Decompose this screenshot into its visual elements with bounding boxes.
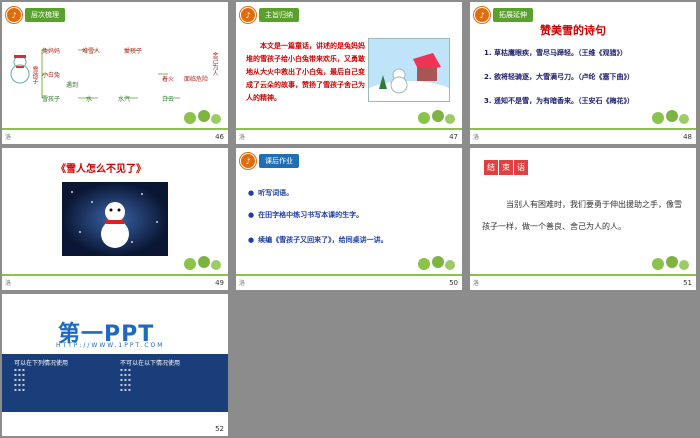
header-label: 主旨归纳 [259, 8, 299, 22]
slide-header: ♪ 主旨归纳 [240, 7, 299, 23]
tree-node-4: 爱孩子 [124, 48, 143, 55]
slide-title: 赞美雪的诗句 [540, 24, 606, 37]
conclusion-text: 当别人有困难时，我们要勇于伸出援助之手，像雪孩子一样，做一个善良、舍己为人的人。 [482, 200, 682, 231]
bell-icon: ♪ [240, 7, 256, 23]
disallowed-list: ▪ ▪ ▪ ▪ ▪ ▪ ▪ ▪ ▪ ▪ ▪ ▪ ▪ ▪ ▪ [120, 367, 131, 392]
tree-node-5: 雪孩子 [42, 96, 61, 103]
slide-thumbnail-48[interactable]: ♪ 拓展延伸 赞美雪的诗句 1. 草枯鹰眼疾，雪尽马蹄轻。（王维《观猎》） 2.… [470, 2, 696, 144]
tree-node-8: 水汽 [118, 96, 131, 103]
tree-node-2: 堆雪人 [82, 48, 101, 55]
trees-icon [652, 256, 689, 270]
tree-node-10: 着火 [162, 76, 175, 83]
homework-item-3: ● 续编《雪孩子又回来了》，给同桌讲一讲。 [248, 236, 388, 244]
poem-line-3: 3. 遥知不是雪，为有暗香来。（王安石《梅花》） [484, 97, 634, 105]
slide-number: 48 [683, 133, 692, 141]
divider [236, 274, 462, 276]
slide-thumbnail-46[interactable]: ♪ 层次梳理 雪孩子 兔妈妈 堆雪人 小白兔 爱孩子 雪孩子 遇到 水 水汽 白… [2, 2, 228, 144]
snowman-night-image [62, 182, 168, 256]
footer-mark: 洛 [5, 280, 12, 287]
divider [2, 128, 228, 130]
slide-number: 46 [215, 133, 224, 141]
slide-thumbnail-52[interactable]: 第一PPT HTTP://WWW.1PPT.COM 可以在下列情况使用 ▪ ▪ … [2, 294, 228, 436]
site-url: HTTP://WWW.1PPT.COM [56, 342, 165, 349]
bullet-icon: ● [248, 236, 255, 244]
slide-title: 《雪人怎么不见了》 [56, 164, 146, 175]
slide-number: 50 [449, 279, 458, 287]
tree-node-12: 舍己为人 [211, 52, 218, 76]
trees-icon [418, 256, 455, 270]
slide-header: ♪ 课后作业 [240, 153, 299, 169]
bell-icon: ♪ [474, 7, 490, 23]
slide-number: 52 [215, 425, 224, 433]
summary-paragraph: 本文是一篇童话，讲述的是兔妈妈堆的雪孩子给小白兔带来欢乐，又勇敢地从大火中救出了… [246, 42, 365, 102]
slide-number: 49 [215, 279, 224, 287]
trees-icon [184, 256, 221, 270]
slide-number: 51 [683, 279, 692, 287]
tree-node-7: 水 [86, 96, 93, 103]
footer-mark: 洛 [239, 134, 246, 141]
allowed-column: 可以在下列情况使用 ▪ ▪ ▪ ▪ ▪ ▪ ▪ ▪ ▪ ▪ ▪ ▪ ▪ ▪ ▪ [14, 358, 68, 392]
slide-thumbnail-50[interactable]: ♪ 课后作业 ● 听写词语。 ● 在田字格中练习书写本课的生字。 ● 续编《雪孩子又回… [236, 148, 462, 290]
slide-header: ♪ 层次梳理 [6, 7, 65, 23]
header-label: 层次梳理 [25, 8, 65, 22]
bell-icon: ♪ [240, 153, 256, 169]
tree-node-6: 遇到 [66, 82, 79, 89]
bell-icon: ♪ [6, 7, 22, 23]
header-label: 拓展延伸 [493, 8, 533, 22]
header-label: 课后作业 [259, 154, 299, 168]
conclusion-tag: 结束语 [484, 160, 529, 175]
footer-mark: 洛 [5, 134, 12, 141]
slide-thumbnail-49[interactable]: 《雪人怎么不见了》 洛 49 [2, 148, 228, 290]
tree-node-9: 白云 [162, 96, 175, 103]
allowed-list: ▪ ▪ ▪ ▪ ▪ ▪ ▪ ▪ ▪ ▪ ▪ ▪ ▪ ▪ ▪ [14, 367, 25, 392]
slide-thumbnail-51[interactable]: 结束语 当别人有困难时，我们要勇于伸出援助之手，像雪孩子一样，做一个善良、舍己为… [470, 148, 696, 290]
trees-icon [652, 110, 689, 124]
trees-icon [184, 110, 221, 124]
disallowed-column: 不可以在以下情况使用 ▪ ▪ ▪ ▪ ▪ ▪ ▪ ▪ ▪ ▪ ▪ ▪ ▪ ▪ ▪ [120, 358, 180, 392]
footer-mark: 洛 [473, 280, 480, 287]
bullet-icon: ● [248, 211, 255, 219]
bullet-icon: ● [248, 189, 255, 197]
slide-number: 47 [449, 133, 458, 141]
tree-node-1: 兔妈妈 [42, 48, 61, 55]
divider [470, 274, 696, 276]
trees-icon [418, 110, 455, 124]
divider [470, 128, 696, 130]
poem-line-2: 2. 欲将轻骑逐，大雪满弓刀。（卢纶《塞下曲》） [484, 73, 634, 81]
footer-mark: 洛 [473, 134, 480, 141]
tree-node-3: 小白兔 [42, 72, 61, 79]
divider [236, 128, 462, 130]
snow-scene-image [368, 38, 450, 102]
poem-line-1: 1. 草枯鹰眼疾，雪尽马蹄轻。（王维《观猎》） [484, 49, 627, 57]
footer-mark: 洛 [239, 280, 246, 287]
disallowed-title: 不可以在以下情况使用 [120, 360, 181, 367]
slide-header: ♪ 拓展延伸 [474, 7, 533, 23]
homework-item-1: ● 听写词语。 [248, 189, 294, 197]
divider [2, 274, 228, 276]
homework-item-2: ● 在田字格中练习书写本课的生字。 [248, 211, 364, 219]
tree-node-11: 面临危险 [184, 76, 209, 83]
snowman-icon [10, 55, 30, 84]
allowed-title: 可以在下列情况使用 [14, 360, 69, 367]
slide-thumbnail-47[interactable]: ♪ 主旨归纳 本文是一篇童话，讲述的是兔妈妈堆的雪孩子给小白兔带来欢乐，又勇敢地… [236, 2, 462, 144]
